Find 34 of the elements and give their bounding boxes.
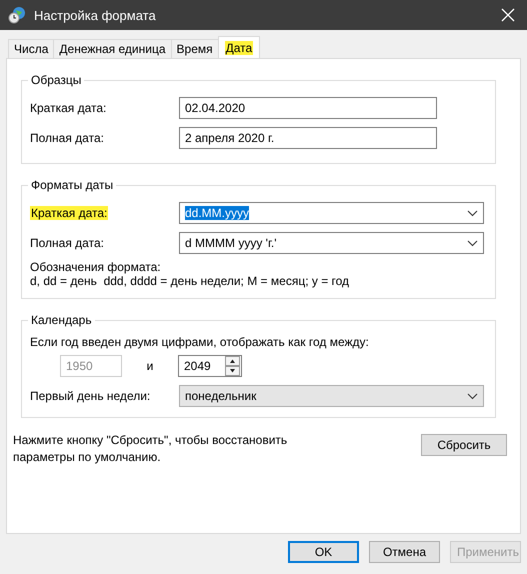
first-day-dropdown[interactable]: понедельник — [179, 385, 484, 407]
format-combobox[interactable]: d MMMM yyyy 'г.' — [179, 232, 484, 254]
chevron-down-icon — [467, 240, 478, 246]
field-label: Полная дата: — [30, 131, 105, 145]
window-title: Настройка формата — [34, 8, 157, 22]
format-notation-title: Обозначения формата: — [30, 260, 162, 274]
tab[interactable]: Время — [170, 39, 219, 58]
chevron-down-icon — [467, 210, 478, 216]
and-label: и — [146, 359, 154, 373]
field-label: Краткая дата: — [30, 101, 108, 115]
tab[interactable]: Дата — [218, 36, 260, 58]
globe-clock-icon — [8, 6, 26, 24]
tab[interactable]: Числа — [8, 39, 54, 58]
group-title: Образцы — [30, 73, 82, 87]
year-to-spinbox[interactable]: 2049 — [178, 355, 242, 377]
tab[interactable]: Денежная единица — [53, 39, 172, 58]
field-label: Краткая дата: — [30, 206, 110, 220]
year-range-label: Если год введен двумя цифрами, отображать как год между: — [30, 335, 370, 349]
spin-down-icon[interactable] — [225, 366, 240, 376]
format-combobox[interactable]: dd.MM.yyyy — [179, 202, 484, 224]
sample-field: 2 апреля 2020 г. — [179, 127, 437, 149]
spin-up-icon[interactable] — [225, 356, 240, 366]
close-icon[interactable] — [501, 8, 515, 22]
dialog-button[interactable]: Отмена — [369, 541, 440, 563]
group-title: Календарь — [30, 313, 93, 327]
dialog-button[interactable]: OK — [288, 541, 359, 563]
chevron-down-icon — [467, 392, 478, 400]
group-title: Форматы даты — [30, 178, 114, 192]
field-label: Первый день недели: — [30, 389, 152, 403]
format-notation: d, dd = день ddd, dddd = день недели; M = месяц; y = год — [30, 274, 350, 288]
reset-button[interactable]: Сбросить — [421, 434, 507, 456]
sample-field: 02.04.2020 — [179, 97, 437, 119]
field-label: Полная дата: — [30, 236, 105, 250]
reset-note: Нажмите кнопку "Сбросить", чтобы восстановить параметры по умолчанию. — [13, 432, 288, 466]
